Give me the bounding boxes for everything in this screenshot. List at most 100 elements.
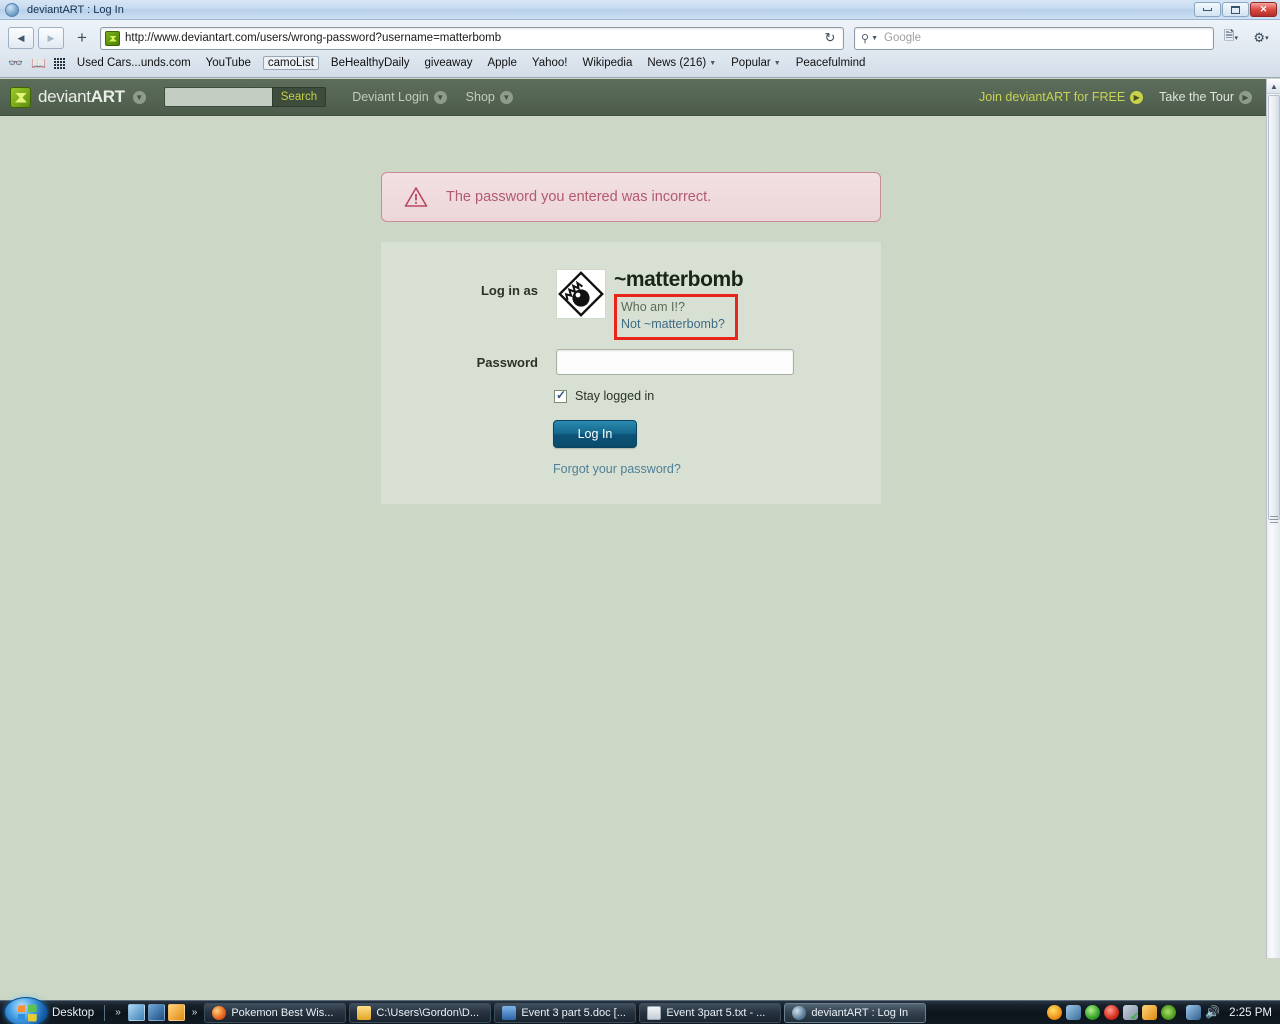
bookmark-item[interactable]: Popular ▼ (728, 56, 784, 70)
taskbar-button[interactable]: Pokemon Best Wis... (204, 1002, 347, 1023)
taskbar: Desktop » » Pokemon Best Wis... C:\Users… (0, 997, 1280, 1024)
stay-logged-in-row[interactable]: Stay logged in (554, 388, 655, 403)
nav-deviant-login[interactable]: Deviant Login ▼ (352, 90, 447, 104)
login-button[interactable]: Log In (553, 420, 637, 448)
minimize-button[interactable] (1194, 2, 1221, 17)
search-input-placeholder: Google (884, 32, 922, 44)
who-am-i-link[interactable]: Who am I!? (621, 299, 725, 316)
site-header-right: Join deviantART for FREE ▶ Take the Tour ▶ (979, 90, 1270, 104)
bookmark-item[interactable]: News (216) ▼ (644, 56, 719, 70)
arrow-right-icon: ▶ (1130, 90, 1144, 104)
bookmark-label: Yahoo! (531, 57, 568, 69)
glasses-icon[interactable]: 👓 (8, 56, 23, 70)
nav-shop[interactable]: Shop ▼ (466, 90, 513, 104)
window-title: deviantART : Log In (27, 3, 124, 16)
window-controls: ✕ (1194, 2, 1280, 17)
quicklaunch-overflow-icon[interactable]: » (115, 1007, 121, 1018)
tray-palette-icon[interactable] (1047, 1005, 1063, 1020)
tray-record-icon[interactable] (1104, 1005, 1120, 1020)
folder-icon (357, 1005, 372, 1020)
site-search-button[interactable]: Search (271, 87, 327, 107)
tray-network-icon[interactable] (1186, 1005, 1202, 1020)
page-menu-icon[interactable]: 🗎 ▾ (1218, 26, 1244, 50)
deviantart-logo-icon (10, 86, 31, 108)
bookmark-item[interactable]: Used Cars...unds.com (74, 56, 194, 70)
bookmark-item[interactable]: Yahoo! (529, 56, 571, 70)
browser-chrome: ◀ ▶ + http://www.deviantart.com/users/wr… (0, 20, 1280, 78)
join-free-link[interactable]: Join deviantART for FREE ▶ (979, 90, 1144, 104)
window-titlebar: deviantART : Log In ✕ (0, 0, 1280, 20)
forward-icon[interactable]: ▶ (38, 27, 64, 49)
identity-details: ~matterbomb Who am I!? Not ~matterbomb? (614, 268, 744, 340)
site-search: Search (163, 87, 327, 107)
identity-highlight-box: Who am I!? Not ~matterbomb? (614, 294, 738, 340)
apps-grid-icon[interactable] (53, 57, 65, 69)
bookmark-item[interactable]: Wikipedia (580, 56, 636, 70)
quicklaunch-media-icon[interactable] (167, 1004, 185, 1021)
take-tour-link[interactable]: Take the Tour ▶ (1159, 90, 1252, 104)
notepad-icon (647, 1005, 662, 1020)
taskbar-button[interactable]: Event 3 part 5.doc [... (494, 1002, 637, 1023)
search-box[interactable]: ⚲ ▼ Google (854, 26, 1214, 50)
bookmark-item[interactable]: Apple (484, 56, 519, 70)
scrollbar-grip-icon (1270, 516, 1278, 523)
bookmark-item[interactable]: giveaway (422, 56, 476, 70)
taskbar-button[interactable]: C:\Users\Gordon\D... (349, 1002, 492, 1023)
taskbar-button[interactable]: Event 3part 5.txt - ... (639, 1002, 782, 1023)
avatar (556, 269, 606, 319)
deviantart-favicon-icon (105, 30, 120, 46)
tray-update-icon[interactable] (1142, 1005, 1158, 1020)
vertical-scrollbar[interactable]: ▲ (1266, 79, 1280, 958)
site-header: deviantART ▼ Search Deviant Login ▼ Shop ▼… (0, 79, 1280, 116)
tray-volume-icon[interactable]: 🔊 (1205, 1005, 1220, 1020)
tray-sync-icon[interactable] (1085, 1005, 1101, 1020)
gear-icon[interactable]: ⚙ ▾ (1248, 26, 1274, 50)
address-bar[interactable]: http://www.deviantart.com/users/wrong-pa… (100, 26, 844, 50)
bookmark-item[interactable]: BeHealthyDaily (328, 56, 413, 70)
password-row: Password (381, 349, 881, 375)
password-input[interactable] (556, 349, 794, 375)
tray-status-check-icon[interactable] (1123, 1005, 1139, 1023)
search-engine-chevron-down-icon[interactable]: ▼ (871, 35, 878, 42)
site-search-input[interactable] (163, 87, 272, 107)
close-button[interactable]: ✕ (1250, 2, 1277, 17)
bookmark-item[interactable]: Peacefulmind (793, 56, 869, 70)
taskbar-overflow-icon[interactable]: » (192, 1007, 198, 1018)
chevron-down-icon: ▼ (773, 59, 781, 67)
start-button[interactable] (4, 997, 48, 1024)
taskbar-button-label: Pokemon Best Wis... (231, 1006, 334, 1019)
bookmark-label: giveaway (424, 57, 473, 69)
scrollbar-thumb[interactable] (1268, 95, 1280, 520)
tray-app-icon[interactable] (1066, 1005, 1082, 1020)
bookmark-label: Wikipedia (582, 57, 633, 69)
chevron-down-icon: ▼ (709, 59, 717, 67)
navigation-row: ◀ ▶ + http://www.deviantart.com/users/wr… (0, 20, 1280, 52)
quicklaunch-label: Desktop (52, 1006, 95, 1019)
deviantart-logo[interactable]: deviantART (10, 86, 125, 108)
back-icon[interactable]: ◀ (8, 27, 34, 49)
not-me-link[interactable]: Not ~matterbomb? (621, 316, 725, 333)
login-as-label: Log in as (480, 283, 538, 298)
quicklaunch-window-icon[interactable] (147, 1004, 165, 1021)
reload-icon[interactable]: ↻ (821, 30, 839, 46)
stay-logged-in-checkbox[interactable] (554, 388, 567, 403)
restore-button[interactable] (1222, 2, 1249, 17)
bookmark-label: Peacefulmind (795, 57, 866, 69)
tray-graphics-icon[interactable] (1161, 1005, 1177, 1020)
bookmark-item[interactable]: camoList (262, 56, 319, 70)
taskbar-clock[interactable]: 2:25 PM (1224, 1007, 1272, 1019)
arrow-right-icon: ▶ (1239, 90, 1252, 104)
scroll-up-icon[interactable]: ▲ (1267, 79, 1280, 94)
chevron-down-icon: ▼ (499, 90, 513, 104)
new-tab-icon[interactable]: + (71, 27, 93, 49)
book-icon[interactable]: 📖 (31, 56, 46, 70)
taskbar-button-active[interactable]: deviantART : Log In (784, 1002, 927, 1023)
stay-logged-in-label: Stay logged in (575, 389, 655, 403)
bookmark-item[interactable]: YouTube (203, 56, 254, 70)
taskbar-divider (104, 1004, 106, 1021)
forgot-password-link[interactable]: Forgot your password? (553, 462, 681, 476)
bookmark-label: BeHealthyDaily (330, 57, 410, 69)
quicklaunch-show-desktop-icon[interactable] (127, 1004, 145, 1021)
logo-dropdown-icon[interactable]: ▼ (132, 90, 146, 104)
nav-label: Deviant Login (352, 90, 429, 104)
